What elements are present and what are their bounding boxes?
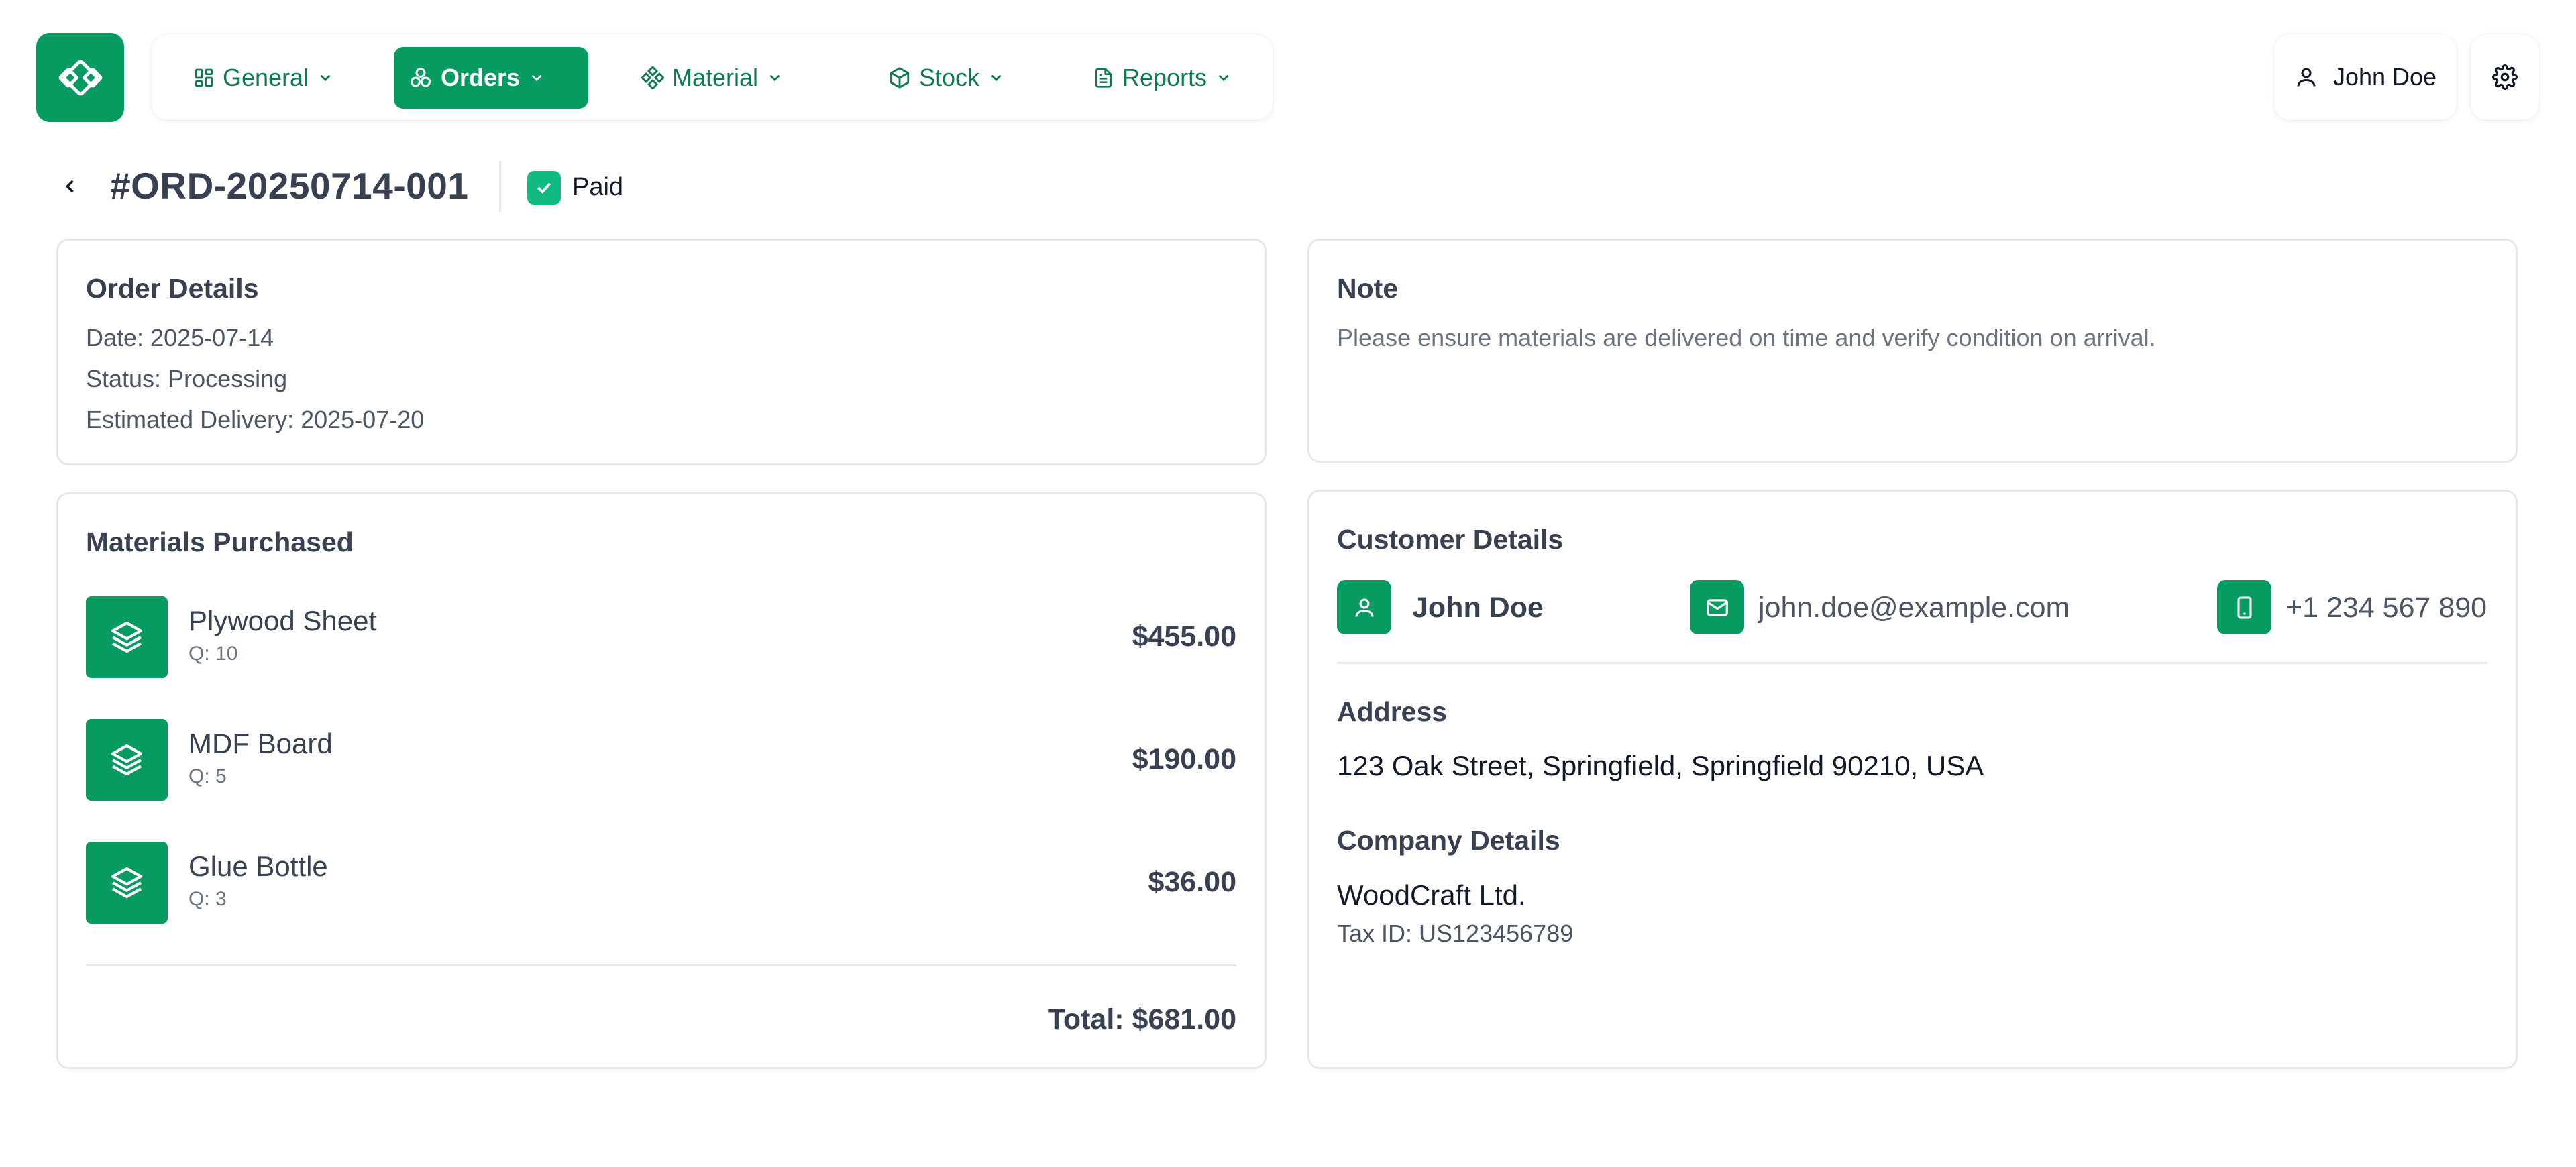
customer-details-title: Customer Details [1337,524,1564,555]
mail-icon [1690,580,1744,634]
order-date: Date: 2025-07-14 [86,324,274,351]
order-status: Status: Processing [86,365,288,392]
nav-stock[interactable]: Stock [873,47,1020,109]
nav-general[interactable]: General [178,47,349,109]
chevron-down-icon [531,74,542,82]
material-name: Plywood Sheet [189,605,377,636]
nav-reports-label: Reports [1122,64,1208,91]
materials-divider [86,964,1236,966]
material-qty: Q: 10 [189,643,238,665]
paid-checkbox[interactable] [527,171,561,205]
material-name: MDF Board [189,728,333,759]
material-icon [641,66,664,89]
gear-icon [2492,64,2518,90]
chevron-down-icon [769,74,780,82]
user-icon [1337,580,1391,634]
nav-general-label: General [223,64,309,91]
nav-material-label: Material [672,64,759,91]
user-icon [2297,68,2316,87]
material-qty: Q: 3 [189,888,227,910]
materials-total: Total: $681.00 [1047,1003,1236,1036]
company-name: WoodCraft Ltd. [1337,879,1526,911]
chevron-left-icon [65,180,74,193]
order-details-card: Order Details Date: 2025-07-14 Status: P… [56,239,1267,465]
main-nav: General Orders Material Stock Reports [152,34,1273,120]
settings-button[interactable] [2471,34,2539,120]
layers-icon [86,596,168,678]
app-logo[interactable] [36,33,124,122]
customer-email[interactable]: john.doe@example.com [1758,592,2070,624]
nav-material[interactable]: Material [627,47,798,109]
chevron-down-icon [991,74,1002,82]
customer-details-card: Customer Details John Doe john.doe@examp… [1307,490,2518,1069]
box-icon [890,67,910,89]
order-id-title: #ORD-20250714-001 [110,165,469,207]
logo-icon [58,60,102,95]
address-title: Address [1337,696,1448,727]
phone-icon [2217,580,2271,634]
customer-divider [1337,662,2487,664]
note-text: Please ensure materials are delivered on… [1337,324,2156,351]
customer-phone[interactable]: +1 234 567 890 [2286,592,2487,624]
material-price: $36.00 [1148,866,1236,898]
order-estimated-delivery: Estimated Delivery: 2025-07-20 [86,406,425,433]
nav-orders[interactable]: Orders [394,47,588,109]
material-name: Glue Bottle [189,850,328,882]
order-details-title: Order Details [86,273,259,304]
file-icon [1095,68,1112,88]
customer-name: John Doe [1412,592,1544,624]
user-menu-button[interactable]: John Doe [2274,34,2457,120]
check-icon [537,182,551,194]
material-price: $455.00 [1132,620,1236,653]
note-title: Note [1337,273,1399,304]
materials-card: Materials Purchased Plywood Sheet Q: 10 … [56,492,1267,1069]
back-button[interactable] [60,173,80,200]
grid-icon [195,68,213,87]
chevron-down-icon [320,74,331,82]
nav-reports[interactable]: Reports [1078,47,1247,109]
orders-icon [411,68,431,87]
paid-label: Paid [572,173,624,201]
customer-address: 123 Oak Street, Springfield, Springfield… [1337,750,1984,781]
material-qty: Q: 5 [189,765,227,787]
layers-icon [86,842,168,924]
layers-icon [86,719,168,801]
company-details-title: Company Details [1337,825,1560,856]
title-divider [499,161,501,212]
company-tax-id: Tax ID: US123456789 [1337,920,1574,947]
note-card: Note Please ensure materials are deliver… [1307,239,2518,463]
user-name: John Doe [2332,63,2437,91]
material-price: $190.00 [1132,743,1236,775]
nav-orders-label: Orders [441,64,521,91]
nav-stock-label: Stock [919,64,980,91]
materials-title: Materials Purchased [86,526,354,557]
chevron-down-icon [1218,74,1229,82]
